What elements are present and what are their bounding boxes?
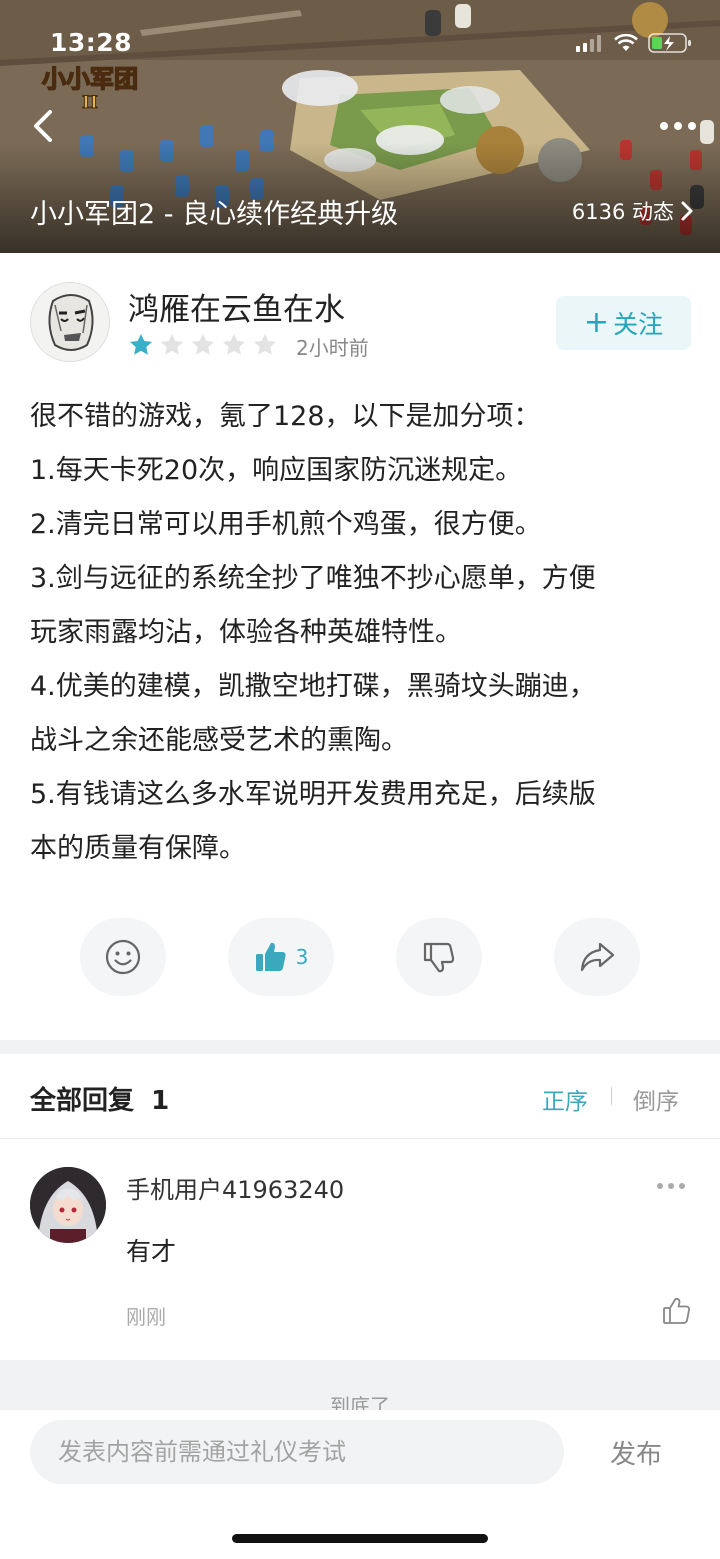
back-button[interactable]	[24, 104, 64, 148]
replies-divider	[0, 1138, 720, 1139]
more-options-button[interactable]	[658, 112, 698, 140]
emoji-react-button[interactable]	[80, 918, 166, 996]
meme-face-image	[31, 283, 109, 361]
like-count: 3	[295, 945, 309, 969]
like-button[interactable]: 3	[228, 918, 334, 996]
replies-title: 全部回复	[30, 1086, 135, 1116]
status-time: 13:28	[50, 28, 133, 57]
plus-icon: +	[583, 305, 610, 340]
sort-separator	[611, 1087, 612, 1105]
game-dynamics-link[interactable]: 6136 动态	[572, 196, 694, 226]
game-logo-numeral: II	[82, 93, 98, 113]
author-avatar[interactable]	[30, 282, 110, 362]
chevron-right-icon	[681, 201, 693, 221]
star-empty-icon	[222, 333, 246, 355]
sort-ascending-tab[interactable]: 正序	[542, 1082, 588, 1116]
game-logo: 小小军团	[42, 65, 138, 93]
post-time: 2小时前	[296, 336, 369, 360]
post-content: 很不错的游戏，氪了128，以下是加分项： 1.每天卡死20次，响应国家防沉迷规定…	[30, 390, 698, 876]
anime-avatar-image	[30, 1167, 106, 1243]
game-title[interactable]: 小小军团2 - 良心续作经典升级	[30, 192, 398, 231]
signal-icon	[576, 35, 601, 52]
star-empty-icon	[160, 333, 184, 355]
star-empty-icon	[253, 333, 277, 355]
game-banner[interactable]: 小小军团 II 13:28 小小军团2 - 良心续作经典升级 6136 动态	[0, 0, 720, 253]
star-filled-icon	[129, 333, 153, 355]
reply-avatar[interactable]	[30, 1167, 106, 1243]
replies-header: 全部回复 1	[30, 1080, 169, 1117]
reply-more-icon[interactable]	[656, 1182, 686, 1190]
post-line: 战斗之余还能感受艺术的熏陶。	[30, 725, 408, 756]
reply-like-icon[interactable]	[662, 1296, 692, 1326]
share-arrow-icon	[580, 942, 615, 972]
home-indicator[interactable]	[232, 1534, 488, 1543]
rating-stars	[128, 332, 278, 358]
sort-descending-tab[interactable]: 倒序	[633, 1082, 679, 1116]
post-line: 5.有钱请这么多水军说明开发费用充足，后续版	[30, 779, 596, 810]
post-line: 1.每天卡死20次，响应国家防沉迷规定。	[30, 455, 523, 486]
star-empty-icon	[191, 333, 215, 355]
dislike-button[interactable]	[396, 918, 482, 996]
post-line: 本的质量有保障。	[30, 833, 246, 864]
post-line: 很不错的游戏，氪了128，以下是加分项：	[30, 401, 541, 432]
thumbs-up-filled-icon	[255, 942, 286, 971]
post-line: 玩家雨露均沾，体验各种英雄特性。	[30, 617, 462, 648]
replies-count: 1	[151, 1086, 170, 1116]
status-icons	[576, 32, 692, 54]
follow-button[interactable]: + 关注	[556, 296, 691, 350]
wifi-icon	[614, 34, 638, 51]
publish-button[interactable]: 发布	[610, 1434, 662, 1471]
smiley-icon	[105, 939, 141, 975]
battery-charging-icon	[648, 33, 691, 53]
comment-input[interactable]	[30, 1420, 564, 1484]
reply-text: 有才	[126, 1237, 177, 1266]
share-button[interactable]	[554, 918, 640, 996]
reply-time: 刚刚	[126, 1305, 166, 1329]
dynamics-count: 6136 动态	[571, 200, 674, 224]
post-line: 4.优美的建模，凯撒空地打碟，黑骑坟头蹦迪，	[30, 671, 596, 702]
reply-username[interactable]: 手机用户41963240	[126, 1170, 344, 1205]
post-line: 3.剑与远征的系统全抄了唯独不抄心愿单，方便	[30, 563, 596, 594]
thumbs-down-icon	[423, 942, 455, 973]
post-line: 2.清完日常可以用手机煎个鸡蛋，很方便。	[30, 509, 542, 540]
follow-label: 关注	[613, 310, 664, 339]
section-divider	[0, 1040, 720, 1054]
author-name[interactable]: 鸿雁在云鱼在水	[128, 284, 345, 329]
